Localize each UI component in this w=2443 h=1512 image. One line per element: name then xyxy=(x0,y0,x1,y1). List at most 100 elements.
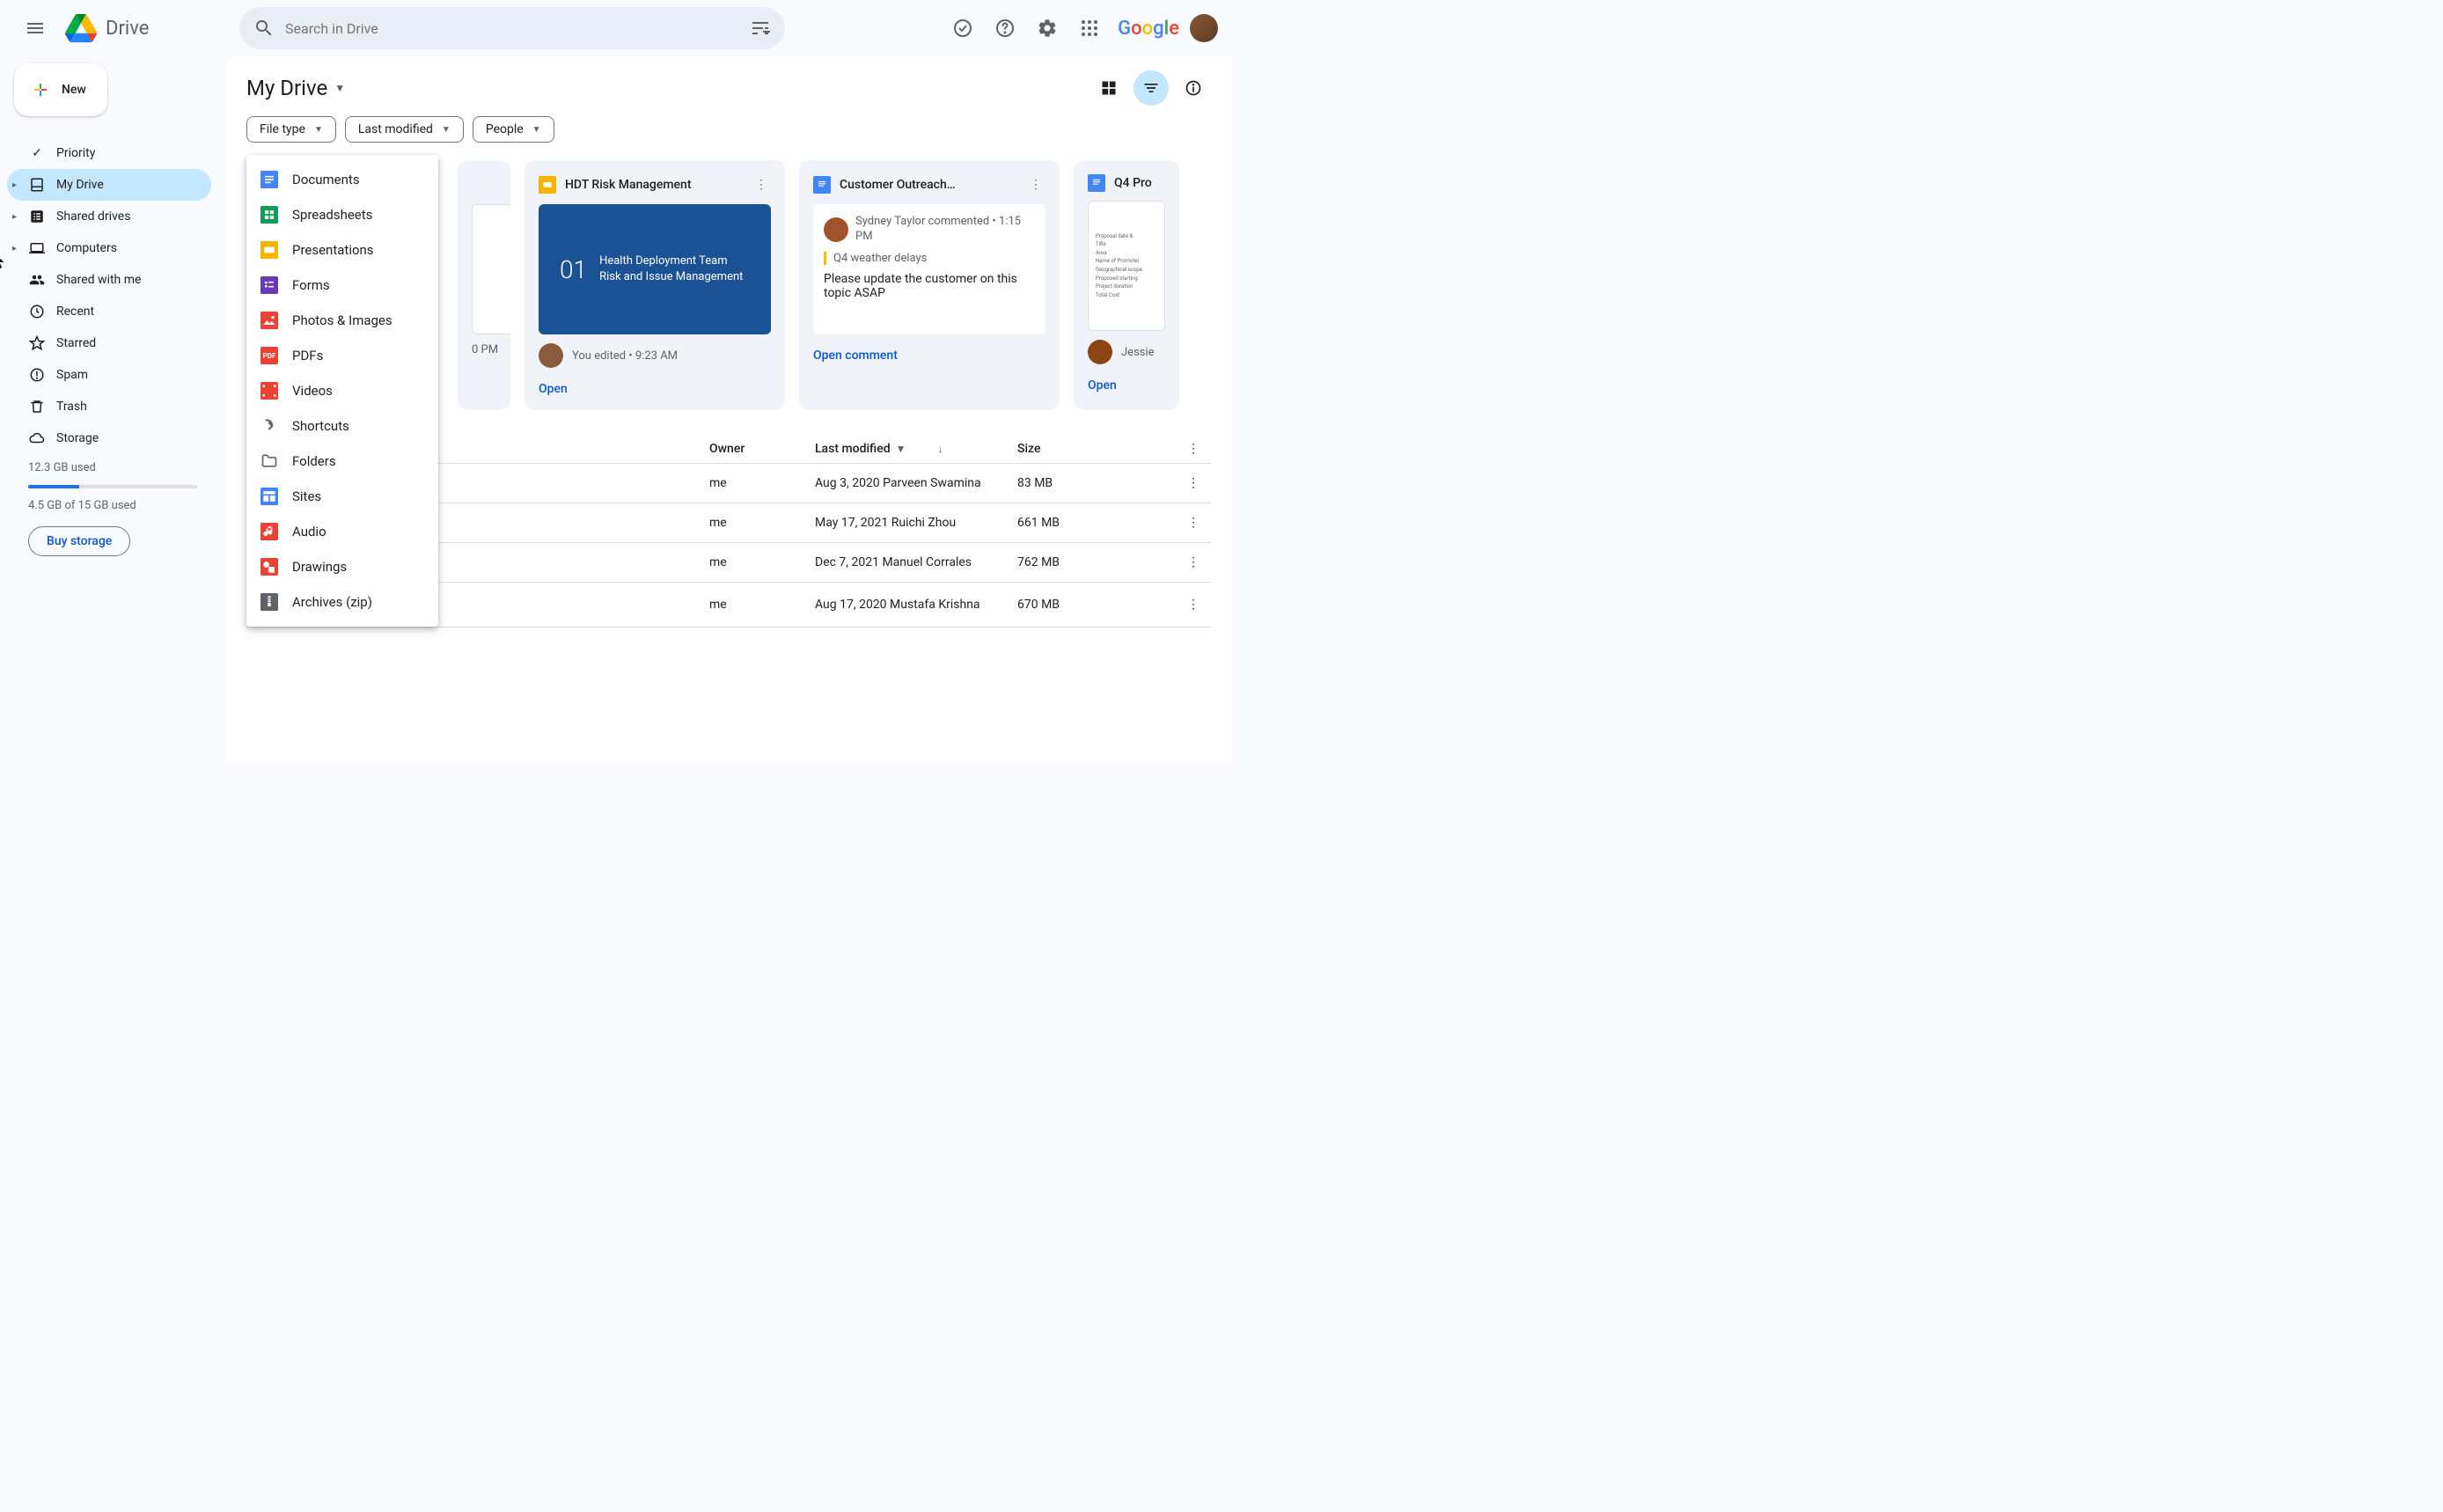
details-button[interactable] xyxy=(1176,70,1211,106)
expand-icon[interactable]: ▸ xyxy=(12,180,17,190)
type-menu-item[interactable]: Folders xyxy=(246,444,438,479)
suggested-card-hidden[interactable]: 0 PM xyxy=(458,160,510,410)
settings-button[interactable] xyxy=(1030,11,1065,46)
type-menu-item[interactable]: Forms xyxy=(246,268,438,303)
product-name: Drive xyxy=(106,18,149,40)
type-menu-item[interactable]: Videos xyxy=(246,373,438,408)
nav-trash[interactable]: Trash xyxy=(7,391,211,422)
card-more-button[interactable]: ⋮ xyxy=(1026,174,1045,195)
file-owner: me xyxy=(709,476,815,490)
type-menu-item[interactable]: Audio xyxy=(246,514,438,549)
slide-number: 01 xyxy=(560,255,587,284)
file-type-icon xyxy=(260,452,278,470)
avatar-icon xyxy=(824,217,848,242)
type-menu-item[interactable]: Spreadsheets xyxy=(246,197,438,232)
nav-my-drive[interactable]: ▸My Drive xyxy=(7,169,211,201)
filter-button[interactable] xyxy=(1133,70,1169,106)
nav-computers[interactable]: ▸Computers xyxy=(7,232,211,264)
nav-shared-drives[interactable]: ▸Shared drives xyxy=(7,201,211,232)
apps-button[interactable] xyxy=(1072,11,1107,46)
people-icon xyxy=(28,272,46,288)
suggested-card[interactable]: Q4 Pro Proposal date &TitleAreaName of P… xyxy=(1074,160,1179,410)
search-options-icon[interactable] xyxy=(750,18,771,39)
search-icon xyxy=(253,18,275,39)
nav-priority[interactable]: ✓ Priority xyxy=(7,137,211,169)
nav-spam[interactable]: Spam xyxy=(7,359,211,391)
suggested-card[interactable]: Customer Outreach… ⋮ Sydney Taylor comme… xyxy=(799,160,1060,410)
storage-used-2: 4.5 GB of 15 GB used xyxy=(28,499,197,512)
suggested-row: 0 PM HDT Risk Management ⋮ 01 Health Dep… xyxy=(458,160,1211,410)
type-menu-item[interactable]: Presentations xyxy=(246,232,438,268)
type-menu-label: Drawings xyxy=(292,559,347,575)
buy-storage-button[interactable]: Buy storage xyxy=(28,526,130,556)
expand-icon[interactable]: ▸ xyxy=(12,212,17,222)
filter-chip-type[interactable]: File type▼ xyxy=(246,116,336,143)
arrow-down-icon[interactable]: ↓ xyxy=(938,443,943,455)
suggested-card[interactable]: HDT Risk Management ⋮ 01 Health Deployme… xyxy=(525,160,785,410)
main-menu-button[interactable] xyxy=(14,7,56,49)
nav-shared-with-me[interactable]: Shared with me xyxy=(7,264,211,296)
mouse-cursor-icon xyxy=(0,253,7,269)
nav-storage[interactable]: Storage xyxy=(7,422,211,454)
view-controls xyxy=(1091,70,1211,106)
card-more-button[interactable]: ⋮ xyxy=(752,174,771,195)
account-avatar[interactable] xyxy=(1190,14,1218,42)
breadcrumb[interactable]: My Drive ▼ xyxy=(246,76,345,100)
col-actions[interactable]: ⋮ xyxy=(1176,442,1211,456)
nav-starred[interactable]: Starred xyxy=(7,327,211,359)
card-preview: 01 Health Deployment Team Risk and Issue… xyxy=(539,204,771,334)
file-more-button[interactable]: ⋮ xyxy=(1176,555,1211,569)
new-button[interactable]: New xyxy=(14,63,107,116)
card-preview xyxy=(472,204,510,334)
file-more-button[interactable]: ⋮ xyxy=(1176,516,1211,530)
col-owner[interactable]: Owner xyxy=(709,442,815,456)
file-more-button[interactable]: ⋮ xyxy=(1176,598,1211,612)
shared-drives-icon xyxy=(28,209,46,224)
storage-bar xyxy=(28,485,197,488)
drive-logo-icon xyxy=(63,11,99,46)
card-title: Customer Outreach… xyxy=(840,178,1017,192)
card-open-button[interactable]: Open xyxy=(1088,378,1165,393)
docs-icon xyxy=(813,176,831,194)
support-button[interactable] xyxy=(987,11,1023,46)
type-menu-label: Shortcuts xyxy=(292,418,349,434)
search-input[interactable] xyxy=(285,20,739,37)
col-size[interactable]: Size xyxy=(1017,442,1176,456)
nav-label: Spam xyxy=(56,368,88,382)
card-meta-text: You edited • 9:23 AM xyxy=(572,349,678,363)
help-icon xyxy=(994,18,1016,39)
nav-label: Priority xyxy=(56,146,95,160)
col-modified[interactable]: Last modified ▼ ↓ xyxy=(815,442,1017,456)
nav-label: Storage xyxy=(56,431,99,445)
type-menu-label: Photos & Images xyxy=(292,312,392,328)
nav-recent[interactable]: Recent xyxy=(7,296,211,327)
card-open-comment-button[interactable]: Open comment xyxy=(813,349,1045,363)
type-menu-item[interactable]: Sites xyxy=(246,479,438,514)
comment-body: Please update the customer on this topic… xyxy=(824,272,1035,300)
file-size: 670 MB xyxy=(1017,598,1176,612)
type-menu-item[interactable]: Archives (zip) xyxy=(246,584,438,620)
caret-down-icon: ▼ xyxy=(896,443,906,455)
type-menu-label: Videos xyxy=(292,383,333,399)
type-menu-item[interactable]: PDFPDFs xyxy=(246,338,438,373)
filter-chip-people[interactable]: People▼ xyxy=(473,116,554,143)
type-menu-item[interactable]: Photos & Images xyxy=(246,303,438,338)
offline-ready-button[interactable] xyxy=(945,11,980,46)
main-header: My Drive ▼ xyxy=(246,70,1211,106)
type-menu-item[interactable]: Shortcuts xyxy=(246,408,438,444)
grid-view-button[interactable] xyxy=(1091,70,1126,106)
comment-preview: Sydney Taylor commented • 1:15 PM Q4 wea… xyxy=(813,204,1045,334)
file-type-icon xyxy=(260,488,278,505)
expand-icon[interactable]: ▸ xyxy=(12,244,17,253)
nav-label: Recent xyxy=(56,305,94,319)
card-open-button[interactable]: Open xyxy=(539,382,771,396)
slide-text: Health Deployment Team Risk and Issue Ma… xyxy=(599,253,743,285)
type-menu-item[interactable]: Documents xyxy=(246,162,438,197)
search-bar[interactable] xyxy=(239,7,785,49)
file-more-button[interactable]: ⋮ xyxy=(1176,476,1211,490)
google-logo: Google xyxy=(1114,18,1183,40)
type-menu-item[interactable]: Drawings xyxy=(246,549,438,584)
filter-chip-modified[interactable]: Last modified▼ xyxy=(345,116,464,143)
file-type-icon xyxy=(260,276,278,294)
priority-icon: ✓ xyxy=(28,146,46,160)
